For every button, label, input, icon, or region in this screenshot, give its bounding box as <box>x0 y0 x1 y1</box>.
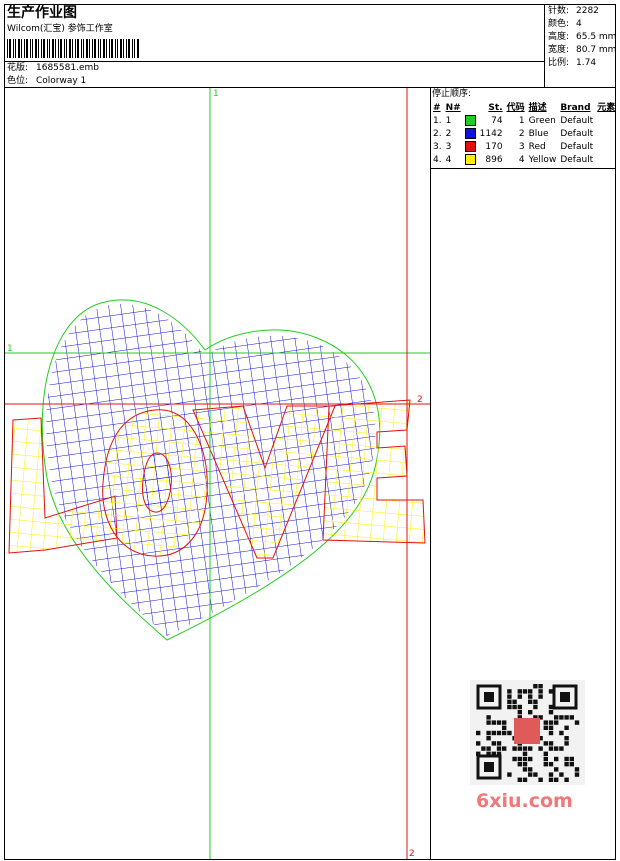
col-swatch <box>463 101 478 114</box>
row-element <box>595 127 617 140</box>
row-stitches: 170 <box>485 141 503 152</box>
qr-code-graphic <box>476 684 580 782</box>
stitches-label: 针数: <box>548 6 570 16</box>
stop-sequence-heading: 停止顺序: <box>432 89 472 99</box>
guide-v1-label: 1 <box>213 89 219 99</box>
guide-h1-label: 1 <box>7 344 13 354</box>
guide-h2-label: 2 <box>417 395 423 405</box>
colors-value: 4 <box>576 19 582 29</box>
color-swatch <box>464 114 476 126</box>
embroidery-canvas: 1 1 2 2 <box>5 88 430 859</box>
guide-v2-label: 2 <box>409 849 415 859</box>
barcode <box>7 39 139 58</box>
row-brand: Default <box>560 128 594 139</box>
company-name: Wilcom(汇宝) 参饰工作室 <box>7 24 113 34</box>
row-needle: 3 <box>445 141 452 152</box>
row-needle: 4 <box>445 154 452 165</box>
col-description: 描述 <box>528 102 547 113</box>
letter-e <box>322 399 426 544</box>
color-swatch <box>464 153 476 165</box>
design-label: 花版: <box>7 63 29 73</box>
row-description: Yellow <box>528 154 557 165</box>
letter-o-hole <box>142 452 172 513</box>
row-description: Red <box>528 141 546 152</box>
width-value: 80.7 mm <box>576 45 617 55</box>
row-brand: Default <box>560 141 594 152</box>
row-brand: Default <box>560 154 594 165</box>
row-stitches: 74 <box>491 115 503 126</box>
stop-sequence-table: # N# St. 代码 描述 Brand 元素 1. 1 74 1 Green Defau… <box>431 101 617 166</box>
stats-divider <box>544 4 545 88</box>
colorway-value: Colorway 1 <box>36 76 87 86</box>
col-brand: Brand <box>560 102 591 113</box>
row-swatch <box>463 153 478 166</box>
row-code: 1 <box>518 115 525 126</box>
page-title: 生产作业图 <box>7 5 77 21</box>
row-description: Green <box>528 115 556 126</box>
panel-divider <box>430 88 431 860</box>
row-needle: 1 <box>445 115 452 126</box>
height-label: 高度: <box>548 32 570 42</box>
table-divider <box>430 168 616 169</box>
row-index: 2. <box>433 128 442 139</box>
info-divider <box>4 61 545 62</box>
row-index: 4. <box>433 154 442 165</box>
row-element <box>595 140 617 153</box>
row-index: 3. <box>433 141 442 152</box>
row-swatch <box>463 127 478 140</box>
color-swatch <box>464 140 476 152</box>
ratio-value: 1.74 <box>576 58 597 68</box>
row-code: 3 <box>518 141 525 152</box>
col-code: 代码 <box>506 102 525 113</box>
qr-code <box>470 680 585 785</box>
watermark-site: 6xiu.com <box>476 790 573 812</box>
row-swatch <box>463 140 478 153</box>
table-header-row: # N# St. 代码 描述 Brand 元素 <box>431 101 617 114</box>
table-row: 1. 1 74 1 Green Default <box>431 114 617 127</box>
design-value: 1685581.emb <box>36 63 99 73</box>
col-needle: N# <box>445 102 461 113</box>
row-stitches: 896 <box>485 154 503 165</box>
color-swatch <box>464 127 476 139</box>
width-label: 宽度: <box>548 45 570 55</box>
row-swatch <box>463 114 478 127</box>
colors-label: 颜色: <box>548 19 570 29</box>
colorway-label: 色位: <box>7 76 29 86</box>
row-element <box>595 114 617 127</box>
col-stitches: St. <box>488 102 503 113</box>
col-element: 元素 <box>597 102 616 113</box>
row-index: 1. <box>433 115 442 126</box>
row-brand: Default <box>560 115 594 126</box>
ratio-label: 比例: <box>548 58 570 68</box>
row-element <box>595 153 617 166</box>
row-stitches: 1142 <box>479 128 503 139</box>
height-value: 65.5 mm <box>576 32 617 42</box>
table-row: 3. 3 170 3 Red Default <box>431 140 617 153</box>
row-code: 2 <box>518 128 525 139</box>
col-index: # <box>433 102 441 113</box>
row-description: Blue <box>528 128 549 139</box>
row-code: 4 <box>518 154 525 165</box>
table-row: 4. 4 896 4 Yellow Default <box>431 153 617 166</box>
stitches-value: 2282 <box>576 6 599 16</box>
table-row: 2. 2 1142 2 Blue Default <box>431 127 617 140</box>
row-needle: 2 <box>445 128 452 139</box>
